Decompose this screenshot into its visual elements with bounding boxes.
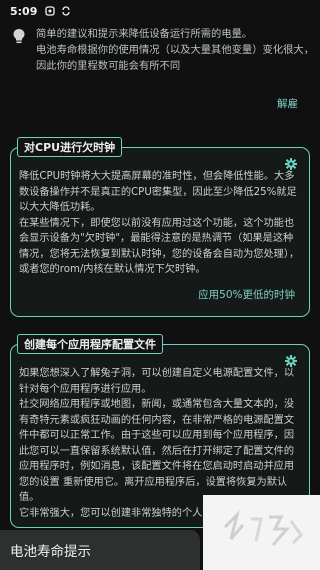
intro-line-2: 电池寿命根据你的使用情况（以及大量其他变量）变化很大，因此你的里程数可能会有所不… — [36, 44, 315, 72]
logo-icon — [223, 510, 303, 546]
status-bar: 5:09 — [0, 0, 320, 22]
intro-text: 简单的建议和提示来降低设备运行所需的电量。 电池寿命根据你的使用情况（以及大量其… — [36, 26, 314, 74]
card-title: 对CPU进行欠时钟 — [17, 137, 123, 157]
bottom-sheet-title: 电池寿命提示 — [10, 544, 91, 560]
card-paragraph: 降低CPU时钟将大大提高屏幕的准时性，但会降低性能。大多数设备操作并不是真正的C… — [19, 171, 297, 213]
notification-icon — [45, 6, 56, 16]
tip-card-underclock: 对CPU进行欠时钟 降低CPU时钟将大大提高屏幕的准时性，但会降低性能。大多数设… — [10, 137, 310, 317]
card-paragraph: 在某些情况下，即使您以前没有应用过这个功能，这个功能也会显示设备为"欠时钟"，最… — [19, 217, 300, 276]
dismiss-button[interactable]: 解雇 — [277, 96, 298, 111]
card-title: 创建每个应用程序配置文件 — [17, 334, 163, 354]
status-time: 5:09 — [10, 4, 38, 18]
watermark-logo — [203, 495, 320, 570]
card-paragraph: 如果您想深入了解兔子洞，可以创建自定义电源配置文件，以针对每个应用程序进行应用。 — [19, 368, 295, 395]
card-paragraph: 社交网络应用程序或地图，新闻，或通常包含大量文本的，没有奇特元素或疯狂动画的任何… — [19, 399, 295, 503]
intro-line-1: 简单的建议和提示来降低设备运行所需的电量。 — [36, 28, 253, 40]
card-body: 降低CPU时钟将大大提高屏幕的准时性，但会降低性能。大多数设备操作并不是真正的C… — [19, 169, 303, 278]
apply-underclock-button[interactable]: 应用50%更低的时钟 — [198, 287, 295, 302]
lightbulb-icon — [13, 29, 25, 44]
bottom-sheet[interactable]: 电池寿命提示 — [0, 530, 200, 570]
sync-icon — [62, 6, 71, 16]
